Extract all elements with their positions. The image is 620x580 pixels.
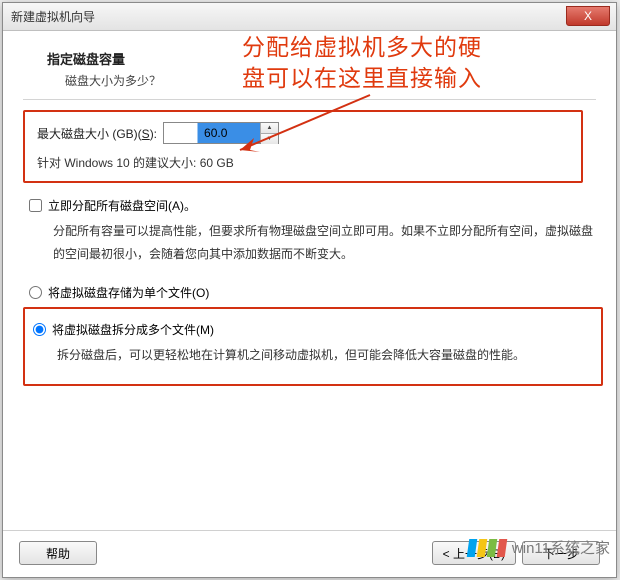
recommended-size: 针对 Windows 10 的建议大小: 60 GB bbox=[37, 154, 569, 171]
store-single-row: 将虚拟磁盘存储为单个文件(O) bbox=[29, 284, 596, 301]
store-split-label[interactable]: 将虚拟磁盘拆分成多个文件(M) bbox=[52, 321, 214, 338]
watermark-logo-icon bbox=[467, 539, 508, 557]
watermark: win11系统之家 bbox=[468, 537, 610, 558]
allocate-now-description: 分配所有容量可以提高性能，但要求所有物理磁盘空间立即可用。如果不立即分配所有空间… bbox=[53, 220, 593, 266]
store-split-radio[interactable] bbox=[33, 323, 46, 336]
spinner: ▲ ▼ bbox=[260, 123, 278, 143]
spinner-down-icon[interactable]: ▼ bbox=[261, 134, 278, 144]
page-title: 指定磁盘容量 bbox=[47, 49, 588, 68]
close-icon: X bbox=[584, 9, 592, 23]
disk-size-stepper[interactable]: ▲ ▼ bbox=[163, 122, 279, 144]
store-single-radio[interactable] bbox=[29, 286, 42, 299]
store-split-row: 将虚拟磁盘拆分成多个文件(M) bbox=[33, 321, 589, 338]
window-title: 新建虚拟机向导 bbox=[11, 8, 95, 25]
store-single-label[interactable]: 将虚拟磁盘存储为单个文件(O) bbox=[48, 284, 209, 301]
disk-size-input[interactable] bbox=[164, 123, 260, 143]
allocate-now-label[interactable]: 立即分配所有磁盘空间(A)。 bbox=[48, 197, 196, 214]
allocate-now-row: 立即分配所有磁盘空间(A)。 bbox=[29, 197, 596, 214]
wizard-header: 指定磁盘容量 磁盘大小为多少？ bbox=[23, 43, 596, 99]
disk-size-group: 最大磁盘大小 (GB)(S): ▲ ▼ 针对 Windows 10 的建议大小:… bbox=[23, 110, 583, 183]
watermark-text: win11系统之家 bbox=[512, 537, 610, 558]
split-files-group: 将虚拟磁盘拆分成多个文件(M) 拆分磁盘后，可以更轻松地在计算机之间移动虚拟机，… bbox=[23, 307, 603, 387]
disk-size-row: 最大磁盘大小 (GB)(S): ▲ ▼ bbox=[37, 122, 569, 144]
page-subtitle: 磁盘大小为多少？ bbox=[65, 72, 588, 89]
titlebar: 新建虚拟机向导 X bbox=[3, 3, 616, 31]
divider bbox=[23, 99, 596, 100]
store-split-description: 拆分磁盘后，可以更轻松地在计算机之间移动虚拟机，但可能会降低大容量磁盘的性能。 bbox=[57, 344, 597, 367]
wizard-window: 新建虚拟机向导 X 指定磁盘容量 磁盘大小为多少？ 最大磁盘大小 (GB)(S)… bbox=[2, 2, 617, 578]
allocate-now-checkbox[interactable] bbox=[29, 199, 42, 212]
help-button[interactable]: 帮助 bbox=[19, 541, 97, 565]
content-area: 指定磁盘容量 磁盘大小为多少？ 最大磁盘大小 (GB)(S): ▲ ▼ 针对 W… bbox=[3, 31, 616, 412]
spinner-up-icon[interactable]: ▲ bbox=[261, 123, 278, 134]
disk-size-label: 最大磁盘大小 (GB)(S): bbox=[37, 125, 157, 142]
close-button[interactable]: X bbox=[566, 6, 610, 26]
